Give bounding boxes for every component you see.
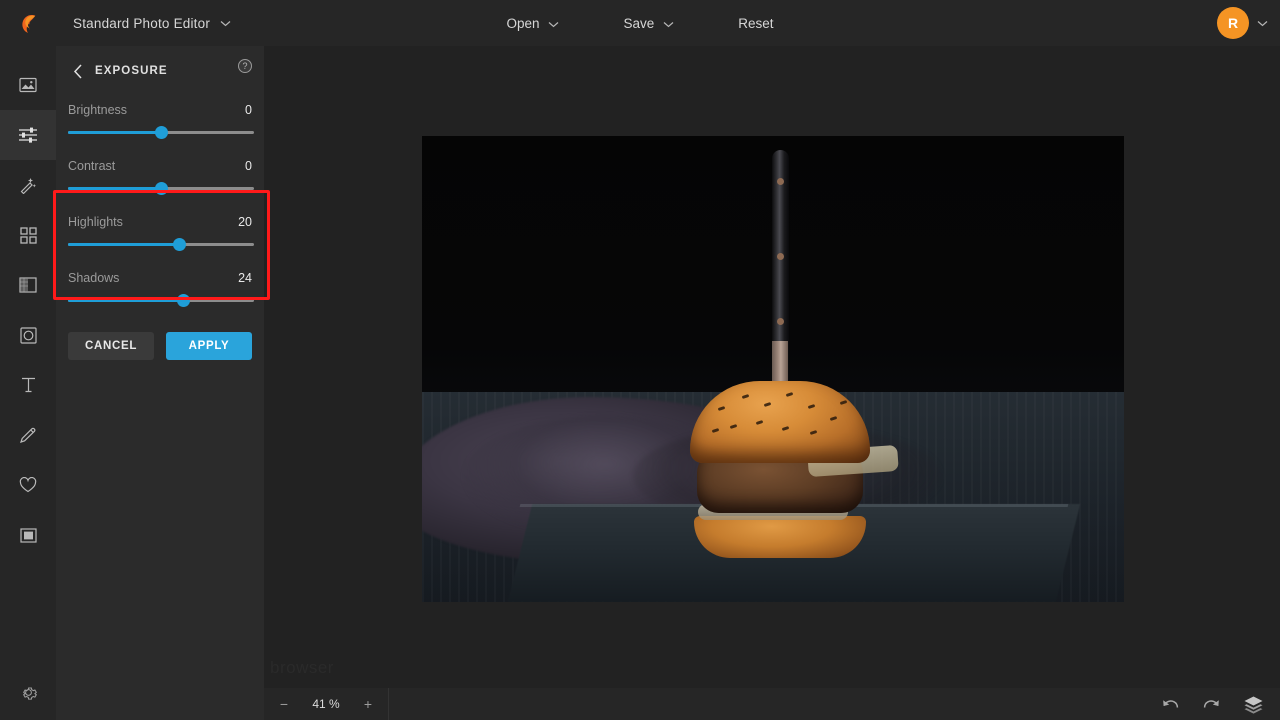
menu-open-label: Open bbox=[506, 16, 539, 31]
frame-split-icon bbox=[19, 277, 37, 293]
photo-knife-rivet-2 bbox=[777, 253, 784, 260]
slider-highlights-label: Highlights bbox=[68, 215, 123, 229]
draw-icon bbox=[19, 426, 37, 444]
cancel-button[interactable]: CANCEL bbox=[68, 332, 154, 360]
panel-actions: CANCEL APPLY bbox=[56, 332, 264, 360]
top-bar: Standard Photo Editor Open Save Reset bbox=[0, 0, 1280, 46]
app-logo[interactable] bbox=[0, 0, 56, 46]
redo-button[interactable] bbox=[1202, 697, 1221, 712]
tool-rail bbox=[0, 46, 56, 720]
photo-knife-rivet-1 bbox=[777, 178, 784, 185]
zoom-level-label: 41 % bbox=[308, 697, 344, 711]
slider-brightness-value: 0 bbox=[245, 103, 252, 117]
slider-highlights: Highlights 20 bbox=[56, 215, 264, 246]
text-icon bbox=[21, 377, 36, 393]
apply-button[interactable]: APPLY bbox=[166, 332, 252, 360]
slider-shadows-value: 24 bbox=[238, 271, 252, 285]
panel-back-button[interactable] bbox=[64, 57, 92, 85]
slider-contrast-label: Contrast bbox=[68, 159, 115, 173]
slider-contrast: Contrast 0 bbox=[56, 159, 264, 190]
slider-contrast-value: 0 bbox=[245, 159, 252, 173]
help-button[interactable]: ? bbox=[238, 59, 252, 73]
menu-reset[interactable]: Reset bbox=[728, 10, 783, 37]
avatar[interactable]: R bbox=[1217, 7, 1249, 39]
slider-shadows: Shadows 24 bbox=[56, 271, 264, 302]
logo-icon bbox=[17, 12, 39, 34]
slider-shadows-label: Shadows bbox=[68, 271, 119, 285]
layers-button[interactable] bbox=[1243, 695, 1264, 714]
account-chevron-down-icon[interactable] bbox=[1257, 14, 1268, 32]
slider-brightness-track[interactable] bbox=[68, 131, 254, 134]
adjustment-panel: EXPOSURE ? Brightness 0 Contrast 0 bbox=[56, 46, 264, 720]
photo-editor-app: Standard Photo Editor Open Save Reset bbox=[0, 0, 1280, 720]
slider-contrast-thumb[interactable] bbox=[155, 182, 168, 195]
edited-photo[interactable] bbox=[422, 136, 1124, 602]
rail-item-frame-split[interactable] bbox=[0, 260, 56, 310]
gear-icon bbox=[20, 684, 37, 701]
adjust-icon bbox=[18, 126, 38, 144]
rail-item-grid[interactable] bbox=[0, 210, 56, 260]
redo-icon bbox=[1202, 697, 1221, 712]
avatar-initial: R bbox=[1228, 15, 1238, 31]
app-title: Standard Photo Editor bbox=[73, 16, 210, 31]
menu-save-chevron-down-icon bbox=[663, 16, 674, 31]
rail-item-image[interactable] bbox=[0, 60, 56, 110]
rail-item-heart[interactable] bbox=[0, 460, 56, 510]
slider-highlights-value: 20 bbox=[238, 215, 252, 229]
slider-brightness: Brightness 0 bbox=[56, 103, 264, 134]
menu-save[interactable]: Save bbox=[613, 10, 684, 37]
rail-item-text[interactable] bbox=[0, 360, 56, 410]
slider-shadows-thumb[interactable] bbox=[177, 294, 190, 307]
slider-contrast-fill bbox=[68, 187, 161, 190]
panel-title: EXPOSURE bbox=[95, 65, 168, 77]
bottom-bar-actions bbox=[1161, 695, 1280, 714]
menu-open[interactable]: Open bbox=[496, 10, 569, 37]
slider-highlights-track[interactable] bbox=[68, 243, 254, 246]
focus-icon bbox=[20, 327, 37, 344]
canvas-area[interactable]: browser bbox=[264, 46, 1280, 688]
slider-shadows-fill bbox=[68, 299, 183, 302]
menu-open-chevron-down-icon bbox=[548, 16, 559, 31]
photo-knife-rivet-3 bbox=[777, 318, 784, 325]
rail-item-adjust[interactable] bbox=[0, 110, 56, 160]
canvas-watermark: browser bbox=[270, 658, 334, 678]
slider-brightness-label: Brightness bbox=[68, 103, 127, 117]
account-zone[interactable]: R bbox=[1217, 0, 1268, 46]
photo-bottom-bun bbox=[694, 516, 866, 558]
panel-header: EXPOSURE ? bbox=[56, 53, 264, 89]
undo-button[interactable] bbox=[1161, 697, 1180, 712]
bottom-bar: − 41 % + bbox=[264, 688, 1280, 720]
slider-contrast-track[interactable] bbox=[68, 187, 254, 190]
zoom-in-button[interactable]: + bbox=[362, 696, 374, 712]
menu-save-label: Save bbox=[623, 16, 654, 31]
app-title-chevron-down-icon[interactable] bbox=[220, 20, 231, 27]
rail-item-focus[interactable] bbox=[0, 310, 56, 360]
rail-item-border[interactable] bbox=[0, 510, 56, 560]
zoom-control: − 41 % + bbox=[264, 688, 389, 720]
slider-brightness-thumb[interactable] bbox=[155, 126, 168, 139]
slider-highlights-fill bbox=[68, 243, 180, 246]
slider-shadows-track[interactable] bbox=[68, 299, 254, 302]
border-icon bbox=[20, 528, 37, 543]
undo-icon bbox=[1161, 697, 1180, 712]
rail-item-draw[interactable] bbox=[0, 410, 56, 460]
magic-wand-icon bbox=[19, 176, 37, 194]
grid-icon bbox=[20, 227, 37, 244]
layers-icon bbox=[1243, 695, 1264, 714]
rail-item-magic-wand[interactable] bbox=[0, 160, 56, 210]
slider-brightness-fill bbox=[68, 131, 161, 134]
chevron-left-icon bbox=[73, 64, 83, 79]
slider-highlights-thumb[interactable] bbox=[173, 238, 186, 251]
heart-icon bbox=[19, 477, 37, 493]
menu-reset-label: Reset bbox=[738, 16, 773, 31]
rail-item-settings[interactable] bbox=[0, 670, 56, 714]
image-icon bbox=[19, 76, 37, 94]
zoom-out-button[interactable]: − bbox=[278, 696, 290, 712]
